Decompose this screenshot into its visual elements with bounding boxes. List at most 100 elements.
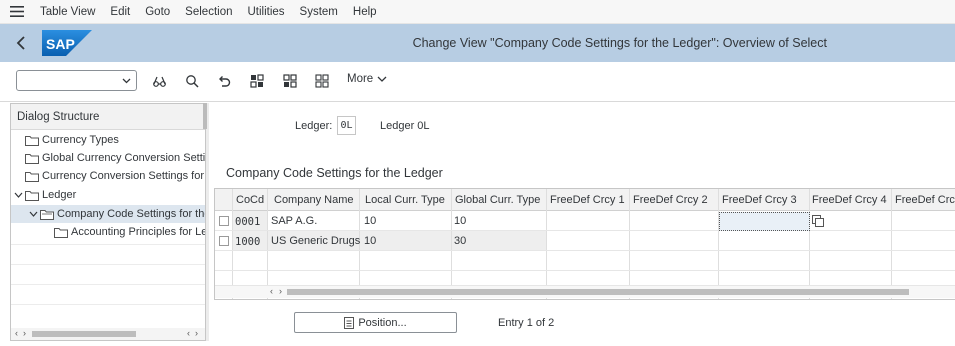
column-header-freedef-3[interactable]: FreeDef Crcy 3	[722, 194, 797, 206]
scroll-right-icon[interactable]: ›	[23, 328, 26, 338]
value-help-icon[interactable]	[812, 215, 824, 227]
scroll-right-icon[interactable]: ›	[195, 328, 198, 338]
folder-open-icon	[40, 209, 54, 220]
tree-item-ledger[interactable]: Ledger	[13, 186, 205, 204]
splitter-handle[interactable]	[203, 103, 207, 129]
position-button-label: Position...	[358, 316, 407, 329]
cell-cocd: 1000	[235, 236, 261, 248]
column-header-global-curr-type[interactable]: Global Curr. Type	[455, 194, 540, 206]
menu-utilities[interactable]: Utilities	[247, 6, 284, 18]
back-button[interactable]	[0, 24, 42, 62]
tree-item-label: Currency Types	[42, 134, 119, 146]
cell-global-curr-type[interactable]: 30	[454, 235, 466, 247]
cell-local-curr-type[interactable]: 10	[364, 235, 376, 247]
scroll-right-icon[interactable]: ›	[279, 286, 282, 296]
tree-item-currency-conversion-settings[interactable]: Currency Conversion Settings for C	[25, 167, 205, 185]
chevron-down-icon	[122, 78, 131, 84]
toolbar: More	[0, 62, 955, 100]
column-header-freedef-1[interactable]: FreeDef Crcy 1	[550, 194, 625, 206]
more-label: More	[347, 73, 374, 85]
tree-item-label: Global Currency Conversion Settin	[42, 152, 205, 164]
section-title: Company Code Settings for the Ledger	[226, 166, 443, 180]
find-icon[interactable]	[184, 73, 200, 89]
expand-arrow-icon[interactable]	[28, 211, 39, 218]
scroll-left-icon[interactable]: ‹	[270, 286, 273, 296]
folder-icon	[25, 171, 39, 182]
cell-cocd: 0001	[235, 216, 261, 228]
position-button[interactable]: Position...	[294, 312, 457, 333]
row-select-checkbox[interactable]	[219, 236, 229, 246]
table-horizontal-scrollbar[interactable]: ‹ ›	[215, 286, 955, 298]
column-header-cocd[interactable]: CoCd	[236, 194, 264, 206]
ledger-field[interactable]: 0L	[337, 116, 356, 135]
tree-item-label: Ledger	[42, 189, 77, 201]
folder-icon	[54, 227, 68, 238]
scroll-left-icon[interactable]: ‹	[187, 328, 190, 338]
tree-item-global-currency-conversion[interactable]: Global Currency Conversion Settin	[25, 149, 205, 167]
tree-item-accounting-principles[interactable]: Accounting Principles for Led	[54, 223, 205, 241]
tree-divider	[11, 244, 205, 245]
page-title: Change View "Company Code Settings for t…	[412, 36, 827, 50]
deselect-all-icon[interactable]	[314, 73, 330, 89]
scroll-left-icon[interactable]: ‹	[15, 328, 18, 338]
select-block-icon[interactable]	[282, 73, 298, 89]
cell-company-name: US Generic Drugs	[271, 235, 361, 247]
scrollbar-thumb[interactable]	[32, 331, 136, 337]
tree-item-label: Accounting Principles for Led	[71, 226, 205, 238]
svg-text:SAP: SAP	[46, 36, 75, 52]
table-row	[215, 251, 955, 271]
sap-logo: SAP	[42, 30, 92, 56]
cell-global-curr-type[interactable]: 10	[454, 215, 466, 227]
back-arrow-icon	[16, 36, 25, 50]
menu-bar: Table View Edit Goto Selection Utilities…	[0, 0, 955, 24]
tree-divider	[11, 284, 205, 285]
cell-local-curr-type[interactable]: 10	[364, 215, 376, 227]
select-all-icon[interactable]	[249, 73, 265, 89]
variant-dropdown[interactable]	[16, 70, 137, 91]
column-header-company-name[interactable]: Company Name	[274, 194, 353, 206]
menu-icon[interactable]	[0, 0, 34, 24]
table-row	[215, 271, 955, 286]
menu-help[interactable]: Help	[353, 6, 377, 18]
menu-selection[interactable]: Selection	[185, 6, 232, 18]
undo-icon[interactable]	[216, 73, 232, 89]
dialog-structure-header: Dialog Structure	[11, 104, 205, 130]
tree-divider	[11, 264, 205, 265]
focused-input-cell[interactable]	[719, 212, 810, 231]
column-header-freedef-5[interactable]: FreeDef Crc	[895, 194, 955, 206]
table-row: 1000 US Generic Drugs 10 30	[215, 231, 955, 251]
chevron-down-icon	[377, 76, 387, 82]
menu-goto[interactable]: Goto	[145, 6, 170, 18]
menu-edit[interactable]: Edit	[110, 6, 130, 18]
menu-table-view[interactable]: Table View	[40, 6, 95, 18]
more-button[interactable]: More	[347, 73, 387, 85]
folder-icon	[25, 153, 39, 164]
table-row: 0001 SAP A.G. 10 10	[215, 211, 955, 231]
menu-system[interactable]: System	[300, 6, 338, 18]
panel-splitter[interactable]	[206, 103, 209, 341]
title-bar: SAP Change View "Company Code Settings f…	[0, 24, 955, 62]
ledger-description: Ledger 0L	[380, 120, 430, 132]
tree-horizontal-scrollbar[interactable]: ‹ › ‹ ›	[11, 328, 205, 340]
scrollbar-thumb[interactable]	[287, 289, 909, 295]
row-select-checkbox[interactable]	[219, 216, 229, 226]
toolbar-separator	[0, 101, 955, 102]
folder-open-icon	[25, 190, 39, 201]
column-header-freedef-4[interactable]: FreeDef Crcy 4	[812, 194, 887, 206]
glasses-icon[interactable]	[151, 73, 167, 89]
company-code-table: CoCd Company Name Local Curr. Type Globa…	[214, 188, 955, 300]
dialog-structure-panel: Dialog Structure Currency Types Global C…	[10, 103, 206, 341]
column-header-freedef-2[interactable]: FreeDef Crcy 2	[633, 194, 708, 206]
tree-item-currency-types[interactable]: Currency Types	[25, 131, 205, 149]
tree-item-company-code-settings[interactable]: Company Code Settings for the	[11, 205, 205, 223]
expand-arrow-icon[interactable]	[13, 192, 24, 199]
tree-item-label: Company Code Settings for the	[57, 208, 205, 220]
cell-company-name: SAP A.G.	[271, 215, 318, 227]
tree-divider	[11, 304, 205, 305]
ledger-label: Ledger:	[295, 120, 333, 132]
folder-icon	[25, 135, 39, 146]
entry-count: Entry 1 of 2	[498, 317, 555, 329]
column-header-local-curr-type[interactable]: Local Curr. Type	[365, 194, 445, 206]
tree-item-label: Currency Conversion Settings for C	[42, 170, 205, 182]
position-icon	[344, 316, 355, 329]
